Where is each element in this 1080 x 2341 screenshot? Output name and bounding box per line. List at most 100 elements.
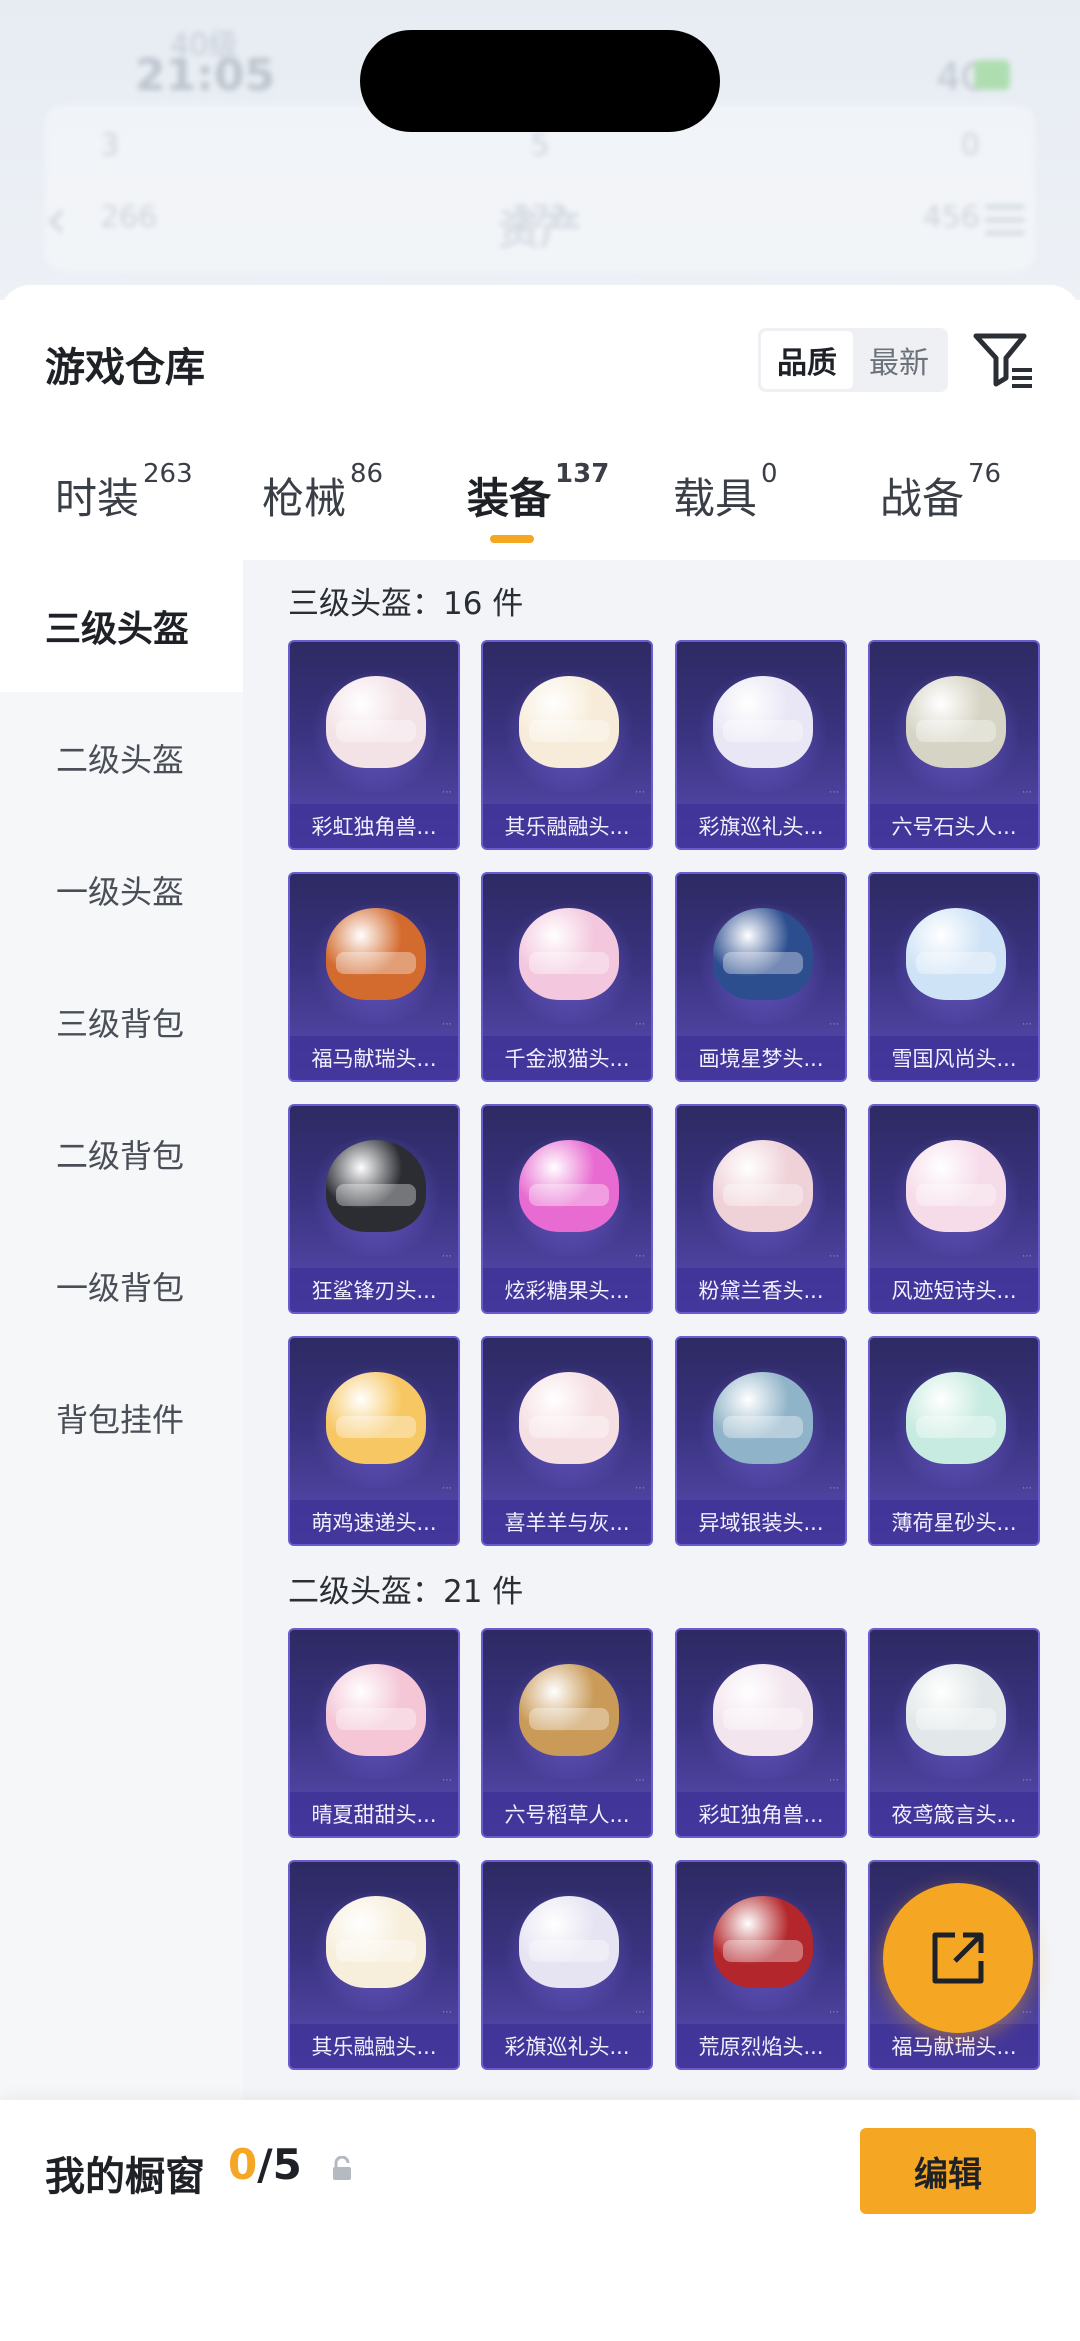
item-name: 风迹短诗头... bbox=[870, 1268, 1038, 1312]
sidebar-item-level1-helmet[interactable]: 一级头盔 bbox=[0, 824, 243, 956]
card-decoration: ⋯ bbox=[1022, 787, 1032, 798]
helmet-visor bbox=[336, 1184, 416, 1206]
item-card[interactable]: ⋯ 夜鸢箴言头... bbox=[868, 1628, 1040, 1838]
tab-gear[interactable]: 战备 76 bbox=[880, 459, 1001, 555]
sidebar-item-level3-helmet[interactable]: 三级头盔 bbox=[0, 560, 243, 692]
share-icon bbox=[932, 1932, 984, 1984]
item-card[interactable]: ⋯ 彩旗巡礼头... bbox=[481, 1860, 653, 2070]
card-decoration: ⋯ bbox=[1022, 1019, 1032, 1030]
sheet-title: 游戏仓库 bbox=[45, 345, 205, 391]
card-decoration: ⋯ bbox=[635, 1483, 645, 1494]
bg-stat: 266 bbox=[100, 200, 158, 235]
tab-equipment[interactable]: 装备 137 bbox=[467, 459, 609, 555]
helmet-visor bbox=[916, 1184, 996, 1206]
bg-stat: 0 bbox=[960, 128, 980, 163]
card-decoration: ⋯ bbox=[442, 787, 452, 798]
item-card[interactable]: ⋯ 彩旗巡礼头... bbox=[675, 640, 847, 850]
item-name: 异域银装头... bbox=[677, 1500, 845, 1544]
helmet-visor bbox=[916, 1416, 996, 1438]
item-name: 薄荷星砂头... bbox=[870, 1500, 1038, 1544]
tab-weapons[interactable]: 枪械 86 bbox=[262, 459, 383, 555]
item-card[interactable]: ⋯ 风迹短诗头... bbox=[868, 1104, 1040, 1314]
item-card[interactable]: ⋯ 晴夏甜甜头... bbox=[288, 1628, 460, 1838]
bg-stat: 5 bbox=[530, 128, 550, 163]
active-tab-indicator bbox=[490, 535, 534, 543]
card-decoration: ⋯ bbox=[442, 1251, 452, 1262]
helmet-visor bbox=[336, 720, 416, 742]
card-decoration: ⋯ bbox=[1022, 1483, 1032, 1494]
card-decoration: ⋯ bbox=[635, 1251, 645, 1262]
item-card[interactable]: ⋯ 六号石头人... bbox=[868, 640, 1040, 850]
helmet-visor bbox=[529, 720, 609, 742]
item-name: 荒原烈焰头... bbox=[677, 2024, 845, 2068]
sidebar-item-level1-backpack[interactable]: 一级背包 bbox=[0, 1220, 243, 1352]
item-card[interactable]: ⋯ 其乐融融头... bbox=[481, 640, 653, 850]
item-name: 其乐融融头... bbox=[290, 2024, 458, 2068]
item-name: 粉黛兰香头... bbox=[677, 1268, 845, 1312]
sort-newest-button[interactable]: 最新 bbox=[853, 331, 945, 389]
filter-icon[interactable] bbox=[972, 330, 1034, 390]
tab-count: 263 bbox=[143, 459, 193, 489]
helmet-visor bbox=[723, 952, 803, 974]
share-button[interactable] bbox=[883, 1883, 1033, 2033]
showcase-current: 0 bbox=[228, 2140, 258, 2189]
helmet-visor bbox=[529, 1416, 609, 1438]
item-name: 其乐融融头... bbox=[483, 804, 651, 848]
item-card[interactable]: ⋯ 粉黛兰香头... bbox=[675, 1104, 847, 1314]
item-name: 彩旗巡礼头... bbox=[483, 2024, 651, 2068]
card-decoration: ⋯ bbox=[635, 1019, 645, 1030]
bg-stat: 456 bbox=[922, 200, 980, 235]
tab-fashion[interactable]: 时装 263 bbox=[55, 459, 193, 555]
helmet-visor bbox=[723, 720, 803, 742]
helmet-visor bbox=[336, 1708, 416, 1730]
item-card[interactable]: ⋯ 喜羊羊与灰... bbox=[481, 1336, 653, 1546]
item-card[interactable]: ⋯ 千金淑猫头... bbox=[481, 872, 653, 1082]
helmet-visor bbox=[723, 1416, 803, 1438]
item-card[interactable]: ⋯ 福马献瑞头... bbox=[288, 872, 460, 1082]
card-decoration: ⋯ bbox=[635, 787, 645, 798]
item-card[interactable]: ⋯ 荒原烈焰头... bbox=[675, 1860, 847, 2070]
sidebar-item-level3-backpack[interactable]: 三级背包 bbox=[0, 956, 243, 1088]
item-card[interactable]: ⋯ 其乐融融头... bbox=[288, 1860, 460, 2070]
item-card[interactable]: ⋯ 画境星梦头... bbox=[675, 872, 847, 1082]
item-card[interactable]: ⋯ 彩虹独角兽... bbox=[675, 1628, 847, 1838]
lock-icon bbox=[333, 2156, 351, 2180]
helmet-visor bbox=[529, 1940, 609, 1962]
card-decoration: ⋯ bbox=[442, 1483, 452, 1494]
item-name: 千金淑猫头... bbox=[483, 1036, 651, 1080]
item-name: 晴夏甜甜头... bbox=[290, 1792, 458, 1836]
sidebar-item-backpack-pendant[interactable]: 背包挂件 bbox=[0, 1352, 243, 1484]
card-decoration: ⋯ bbox=[442, 1019, 452, 1030]
item-card[interactable]: ⋯ 薄荷星砂头... bbox=[868, 1336, 1040, 1546]
helmet-visor bbox=[723, 1940, 803, 1962]
helmet-visor bbox=[336, 952, 416, 974]
category-tabs: 时装 263 枪械 86 装备 137 载具 0 战备 76 bbox=[0, 459, 1080, 555]
card-decoration: ⋯ bbox=[635, 1775, 645, 1786]
item-card[interactable]: ⋯ 彩虹独角兽... bbox=[288, 640, 460, 850]
background-title: 资产 bbox=[498, 205, 583, 254]
sidebar-item-level2-backpack[interactable]: 二级背包 bbox=[0, 1088, 243, 1220]
item-card[interactable]: ⋯ 雪国风尚头... bbox=[868, 872, 1040, 1082]
tab-vehicles[interactable]: 载具 0 bbox=[673, 459, 778, 555]
item-grid-area: 三级头盔：16 件 二级头盔：21 件 ⋯ 彩虹独角兽... ⋯ 其乐融融头... ⋯ 彩… bbox=[243, 560, 1080, 2100]
edit-button[interactable]: 编辑 bbox=[860, 2128, 1036, 2214]
item-card[interactable]: ⋯ 狂鲨锋刃头... bbox=[288, 1104, 460, 1314]
card-decoration: ⋯ bbox=[829, 1775, 839, 1786]
item-card[interactable]: ⋯ 炫彩糖果头... bbox=[481, 1104, 653, 1314]
card-decoration: ⋯ bbox=[1022, 1775, 1032, 1786]
item-card[interactable]: ⋯ 萌鸡速递头... bbox=[288, 1336, 460, 1546]
item-name: 彩虹独角兽... bbox=[290, 804, 458, 848]
helmet-visor bbox=[529, 952, 609, 974]
item-name: 狂鲨锋刃头... bbox=[290, 1268, 458, 1312]
sidebar-item-level2-helmet[interactable]: 二级头盔 bbox=[0, 692, 243, 824]
section-title: 三级头盔：16 件 bbox=[288, 586, 524, 622]
item-card[interactable]: ⋯ 异域银装头... bbox=[675, 1336, 847, 1546]
item-name: 六号石头人... bbox=[870, 804, 1038, 848]
item-card[interactable]: ⋯ 六号稻草人... bbox=[481, 1628, 653, 1838]
helmet-visor bbox=[723, 1184, 803, 1206]
tab-count: 137 bbox=[555, 459, 610, 489]
menu-icon bbox=[985, 205, 1025, 244]
status-time: 21:05 bbox=[135, 50, 276, 101]
helmet-visor bbox=[916, 952, 996, 974]
sort-quality-button[interactable]: 品质 bbox=[761, 331, 853, 389]
